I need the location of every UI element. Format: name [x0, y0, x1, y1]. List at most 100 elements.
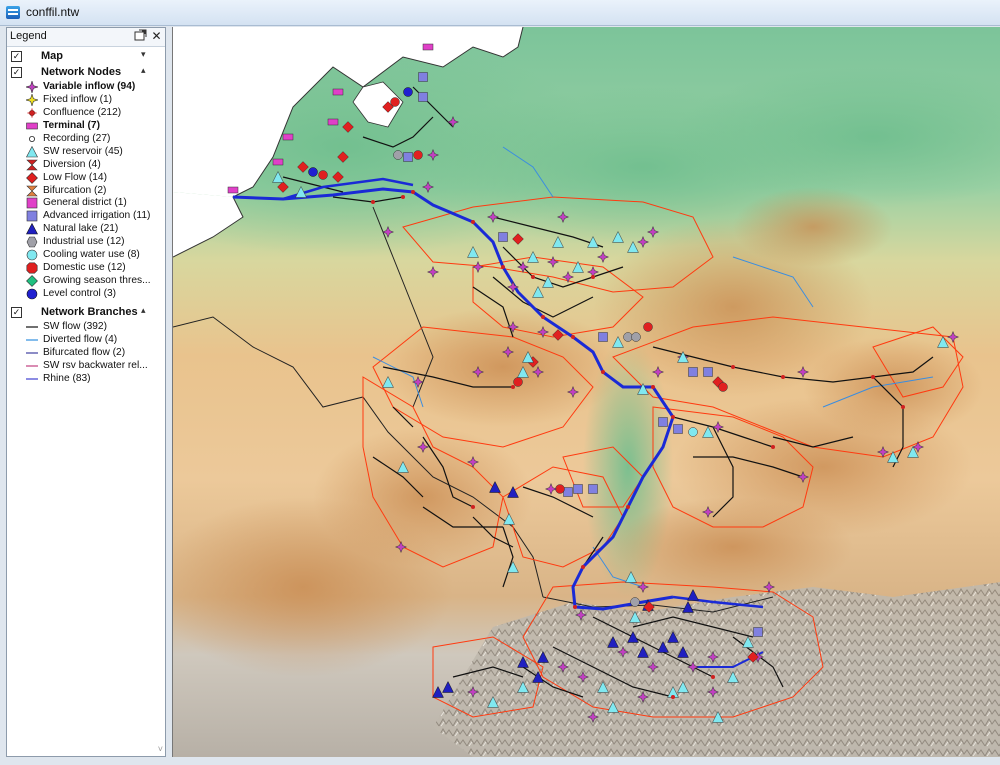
terminal-node	[332, 88, 344, 96]
legend-item: Variable inflow (94)	[7, 79, 165, 95]
terminal-node	[227, 186, 239, 194]
legend-group-label: Map	[41, 50, 63, 62]
legend-group: ✓ Map ▾	[7, 49, 165, 65]
legend-properties-icon[interactable]	[133, 29, 148, 44]
legend-item: Industrial use (12)	[7, 236, 165, 249]
sw-flow-line-icon	[26, 321, 38, 333]
legend-item-label: Diverted flow (4)	[43, 333, 118, 345]
natural-lake-icon	[26, 223, 38, 235]
legend-item: SW rsv backwater rel...	[7, 360, 165, 373]
legend-item-label: Natural lake (21)	[43, 223, 119, 235]
legend-item: General district (1)	[7, 197, 165, 210]
upland-wash	[383, 307, 623, 427]
legend-item-label: SW flow (392)	[43, 320, 107, 332]
bifurcation-icon	[26, 185, 38, 197]
legend-item-label: General district (1)	[43, 197, 127, 209]
advanced-irrigation-node	[418, 72, 428, 82]
industrial-use-node	[631, 332, 641, 342]
advanced-irrigation-node	[703, 367, 713, 377]
confluence-node	[541, 315, 545, 319]
legend-group-checkbox[interactable]: ✓	[11, 67, 22, 78]
legend-item-label: Bifurcation (2)	[43, 184, 107, 196]
level-control-node	[403, 87, 413, 97]
legend-group-checkbox[interactable]: ✓	[11, 306, 22, 318]
map-canvas[interactable]	[172, 27, 1000, 757]
domestic-use-node	[643, 322, 653, 332]
legend-item: Terminal (7)	[7, 120, 165, 133]
advanced-irrigation-icon	[26, 210, 38, 222]
legend-group-label: Network Branches	[41, 305, 138, 318]
domestic-use-node	[513, 377, 523, 387]
domestic-use-node	[318, 170, 328, 180]
legend-group: ✓ Network Nodes ▴ Variable inflow (94) Fixed…	[7, 65, 165, 301]
confluence-node	[711, 675, 715, 679]
advanced-irrigation-node	[573, 484, 583, 494]
legend-item-label: Advanced irrigation (11)	[43, 210, 151, 222]
legend-group-header[interactable]: ✓ Map ▾	[7, 49, 165, 65]
confluence-node	[401, 195, 405, 199]
chevron-up-icon[interactable]: ▴	[141, 305, 146, 316]
rhine-line-icon	[26, 373, 38, 385]
advanced-irrigation-node	[673, 424, 683, 434]
window-titlebar: conffil.ntw	[0, 0, 1000, 26]
diverted-flow-line-icon	[26, 334, 38, 346]
terminal-node	[327, 118, 339, 126]
legend-item: Cooling water use (8)	[7, 249, 165, 262]
recording-icon	[26, 133, 38, 145]
legend-group-header[interactable]: ✓ Network Branches ▴	[7, 305, 165, 321]
confluence-node	[371, 200, 375, 204]
legend-item: SW flow (392)	[7, 321, 165, 334]
legend-item-label: Low Flow (14)	[43, 171, 107, 183]
legend-item-label: Bifurcated flow (2)	[43, 346, 126, 358]
legend-item-label: SW rsv backwater rel...	[43, 359, 148, 371]
confluence-node	[501, 265, 505, 269]
advanced-irrigation-node	[563, 487, 573, 497]
advanced-irrigation-node	[598, 332, 608, 342]
domestic-use-node	[718, 382, 728, 392]
confluence-node	[626, 505, 630, 509]
confluence-node	[901, 405, 905, 409]
industrial-use-node	[630, 597, 640, 607]
confluence-node	[731, 365, 735, 369]
network-map[interactable]	[173, 27, 1000, 757]
terminal-node	[422, 43, 434, 51]
legend-item: Diverted flow (4)	[7, 334, 165, 347]
legend-item-label: Rhine (83)	[43, 372, 91, 384]
confluence-node	[651, 385, 655, 389]
legend-item-label: Cooling water use (8)	[43, 249, 140, 261]
confluence-node	[573, 605, 577, 609]
confluence-node	[531, 275, 535, 279]
legend-close-icon[interactable]: ✕	[149, 29, 164, 44]
chevron-down-icon[interactable]: ▾	[141, 49, 146, 60]
legend-item: Diversion (4)	[7, 159, 165, 172]
confluence-node	[471, 220, 475, 224]
legend-item: Recording (27)	[7, 133, 165, 146]
advanced-irrigation-node	[403, 152, 413, 162]
confluence-node	[511, 385, 515, 389]
legend-item-label: SW reservoir (45)	[43, 145, 123, 157]
confluence-node	[781, 375, 785, 379]
sw-reservoir-icon	[26, 145, 38, 158]
chevron-up-icon[interactable]: ▴	[141, 65, 146, 76]
low-flow-icon	[26, 171, 38, 184]
legend-scroll-down-icon[interactable]: ˅	[158, 744, 163, 754]
terminal-node	[282, 133, 294, 141]
legend-group-header[interactable]: ✓ Network Nodes ▴	[7, 65, 165, 81]
app-icon	[6, 6, 20, 19]
legend-item: Advanced irrigation (11)	[7, 210, 165, 223]
legend-item: Bifurcated flow (2)	[7, 347, 165, 360]
legend-group: ✓ Network Branches ▴ SW flow (392) Diverted …	[7, 305, 165, 386]
legend-panel: Legend ✕ ✓ Map ▾ ✓ Network Nodes ▴ Variable in…	[6, 27, 166, 757]
window-title: conffil.ntw	[26, 5, 80, 19]
bifurcated-flow-line-icon	[26, 347, 38, 359]
terminal-node	[272, 158, 284, 166]
sw-rsv-backwater-line-icon	[26, 360, 38, 372]
advanced-irrigation-node	[418, 92, 428, 102]
legend-item: Natural lake (21)	[7, 223, 165, 236]
growing-season-threshold-icon	[26, 275, 38, 287]
advanced-irrigation-node	[753, 627, 763, 637]
legend-group-checkbox[interactable]: ✓	[11, 51, 22, 62]
legend-item-label: Fixed inflow (1)	[43, 93, 113, 105]
legend-item: Low Flow (14)	[7, 172, 165, 185]
confluence-node	[871, 375, 875, 379]
